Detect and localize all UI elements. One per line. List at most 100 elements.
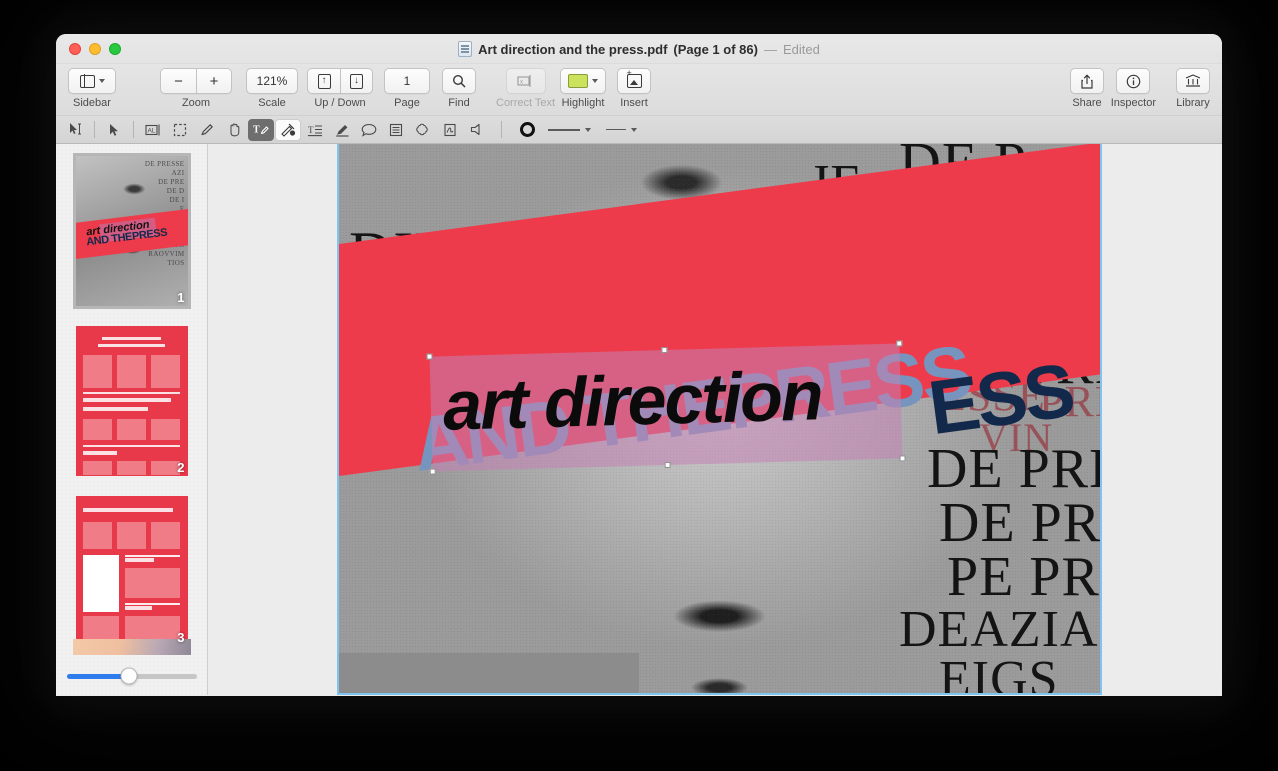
bg-type-de-pr: DE PR	[939, 498, 1101, 550]
toolbar-group-zoom: − + Zoom	[160, 68, 232, 109]
resize-handle-bottom-left[interactable]	[430, 468, 436, 474]
toolbar-group-correct-text: x Correct Text	[496, 68, 555, 109]
highlight-button[interactable]	[560, 68, 606, 94]
title-page-count: (Page 1 of 86)	[673, 42, 758, 57]
redaction-icon[interactable]	[275, 119, 301, 141]
thumbnail-sidebar[interactable]: DE PRESSEAZIDE PREDE DDE IEDDE PREDEPTRP…	[56, 144, 208, 695]
page-up-button[interactable]: ↑	[307, 68, 340, 94]
sidebar-button[interactable]	[68, 68, 116, 94]
slider-thumb[interactable]	[120, 668, 137, 685]
sidebar-label: Sidebar	[73, 97, 111, 109]
thumbnail-page-3[interactable]: 3	[73, 493, 191, 649]
line-thickness-picker[interactable]	[548, 128, 591, 132]
arrow-down-page-icon: ↓	[350, 74, 363, 89]
zoom-in-button[interactable]: +	[196, 68, 232, 94]
signature-icon[interactable]	[437, 119, 463, 141]
thumbnail-page-number: 2	[177, 460, 184, 475]
resize-handle-bottom-right[interactable]	[899, 455, 905, 461]
insert-label: Insert	[620, 97, 648, 109]
arrow-pointer-icon[interactable]	[101, 119, 127, 141]
library-columns-icon	[1185, 74, 1201, 88]
hand-icon[interactable]	[221, 119, 247, 141]
bg-type-eigs: EIGS	[939, 656, 1059, 695]
svg-text:x: x	[520, 80, 523, 86]
page-label: Page	[394, 97, 420, 109]
bg-type-de-pre: DE PRE	[927, 444, 1102, 496]
resize-handle-top-left[interactable]	[426, 354, 432, 360]
thumbnail-page-3-image	[76, 496, 188, 646]
library-label: Library	[1176, 97, 1210, 109]
thumbnail-page-2[interactable]: 2	[73, 323, 191, 479]
marquee-select-icon[interactable]	[167, 119, 193, 141]
insert-button[interactable]	[617, 68, 651, 94]
thumbnail-size-slider[interactable]	[67, 674, 197, 679]
page-down-button[interactable]: ↓	[340, 68, 373, 94]
divider	[501, 121, 502, 138]
insert-image-icon	[627, 74, 642, 88]
resize-handle-top-right[interactable]	[896, 340, 902, 346]
line-style-picker[interactable]	[606, 128, 637, 132]
toolbar-group-sidebar: Sidebar	[68, 68, 116, 109]
title-bar: Art direction and the press.pdf (Page 1 …	[56, 34, 1222, 64]
pencil-icon[interactable]	[194, 119, 220, 141]
note-lines-icon[interactable]	[383, 119, 409, 141]
main-toolbar: Sidebar − + Zoom 121% Scale ↑ ↓	[56, 64, 1222, 116]
chevron-down-icon	[585, 128, 591, 132]
svg-text:T: T	[253, 125, 260, 136]
text-cursor-select-icon[interactable]	[62, 119, 88, 141]
line-thickness-icon	[548, 129, 580, 131]
bg-type-deazi: DEAZIAZIN	[899, 606, 1102, 654]
zoom-label: Zoom	[182, 97, 210, 109]
scale-value[interactable]: 121%	[246, 68, 298, 94]
annotation-toolbar: AL T T	[56, 116, 1222, 144]
toolbar-group-page: 1 Page	[384, 68, 430, 109]
thumbnail-size-slider-row	[56, 657, 207, 695]
svg-text:AL: AL	[147, 127, 155, 134]
stroke-color-circle-icon	[520, 122, 535, 137]
divider	[94, 121, 95, 138]
document-canvas[interactable]: DE P DE P DE E IS DIREC JE QUE D LA DIRE…	[208, 144, 1222, 695]
thumbnail-list[interactable]: DE PRESSEAZIDE PREDE DDE IEDDE PREDEPTRP…	[56, 144, 207, 657]
find-button[interactable]	[442, 68, 476, 94]
highlight-label: Highlight	[562, 97, 605, 109]
text-pen-icon[interactable]: T	[248, 119, 274, 141]
toolbar-group-inspector: Inspector	[1111, 68, 1156, 109]
page-number-field[interactable]: 1	[384, 68, 430, 94]
correct-text-icon: x	[517, 74, 534, 88]
stroke-color-button[interactable]	[513, 119, 541, 141]
zoom-out-button[interactable]: −	[160, 68, 196, 94]
marker-pen-icon[interactable]	[329, 119, 355, 141]
speaker-icon[interactable]	[464, 119, 490, 141]
toolbar-group-highlight: Highlight	[560, 68, 606, 109]
preview-window: Art direction and the press.pdf (Page 1 …	[56, 34, 1222, 696]
resize-handle-top-center[interactable]	[661, 347, 667, 353]
photo-bottom-smudge	[339, 653, 639, 693]
thumbnail-page-1[interactable]: DE PRESSEAZIDE PREDE DDE IEDDE PREDEPTRP…	[73, 153, 191, 309]
title-edited-state: Edited	[783, 42, 820, 57]
pdf-document-icon	[458, 41, 472, 57]
inspector-button[interactable]	[1116, 68, 1150, 94]
speech-bubble-icon[interactable]	[356, 119, 382, 141]
window-body: DE PRESSEAZIDE PREDE DDE IEDDE PREDEPTRP…	[56, 144, 1222, 695]
cloud-shape-icon[interactable]	[410, 119, 436, 141]
share-label: Share	[1072, 97, 1101, 109]
thumbnail-page-4-partial[interactable]	[73, 639, 191, 655]
svg-text:T: T	[308, 125, 314, 135]
chevron-down-icon	[592, 79, 598, 83]
sidebar-icon	[80, 75, 95, 88]
alt-text-icon[interactable]: AL	[140, 119, 166, 141]
thumbnail-page-1-image: DE PRESSEAZIDE PREDE DDE IEDDE PREDEPTRP…	[76, 156, 188, 306]
correct-text-button[interactable]: x	[506, 68, 546, 94]
search-icon	[452, 74, 466, 88]
toolbar-group-updown: ↑ ↓ Up / Down	[307, 68, 373, 109]
text-lines-icon[interactable]: T	[302, 119, 328, 141]
toolbar-group-find: Find	[442, 68, 476, 109]
resize-handle-bottom-center[interactable]	[665, 462, 671, 468]
thumbnail-page-number: 3	[177, 630, 184, 645]
toolbar-group-share: Share	[1070, 68, 1104, 109]
share-button[interactable]	[1070, 68, 1104, 94]
correct-text-label: Correct Text	[496, 97, 555, 109]
thumbnail-page-number: 1	[177, 290, 184, 305]
pdf-page-1[interactable]: DE P DE P DE E IS DIREC JE QUE D LA DIRE…	[337, 144, 1102, 695]
library-button[interactable]	[1176, 68, 1210, 94]
